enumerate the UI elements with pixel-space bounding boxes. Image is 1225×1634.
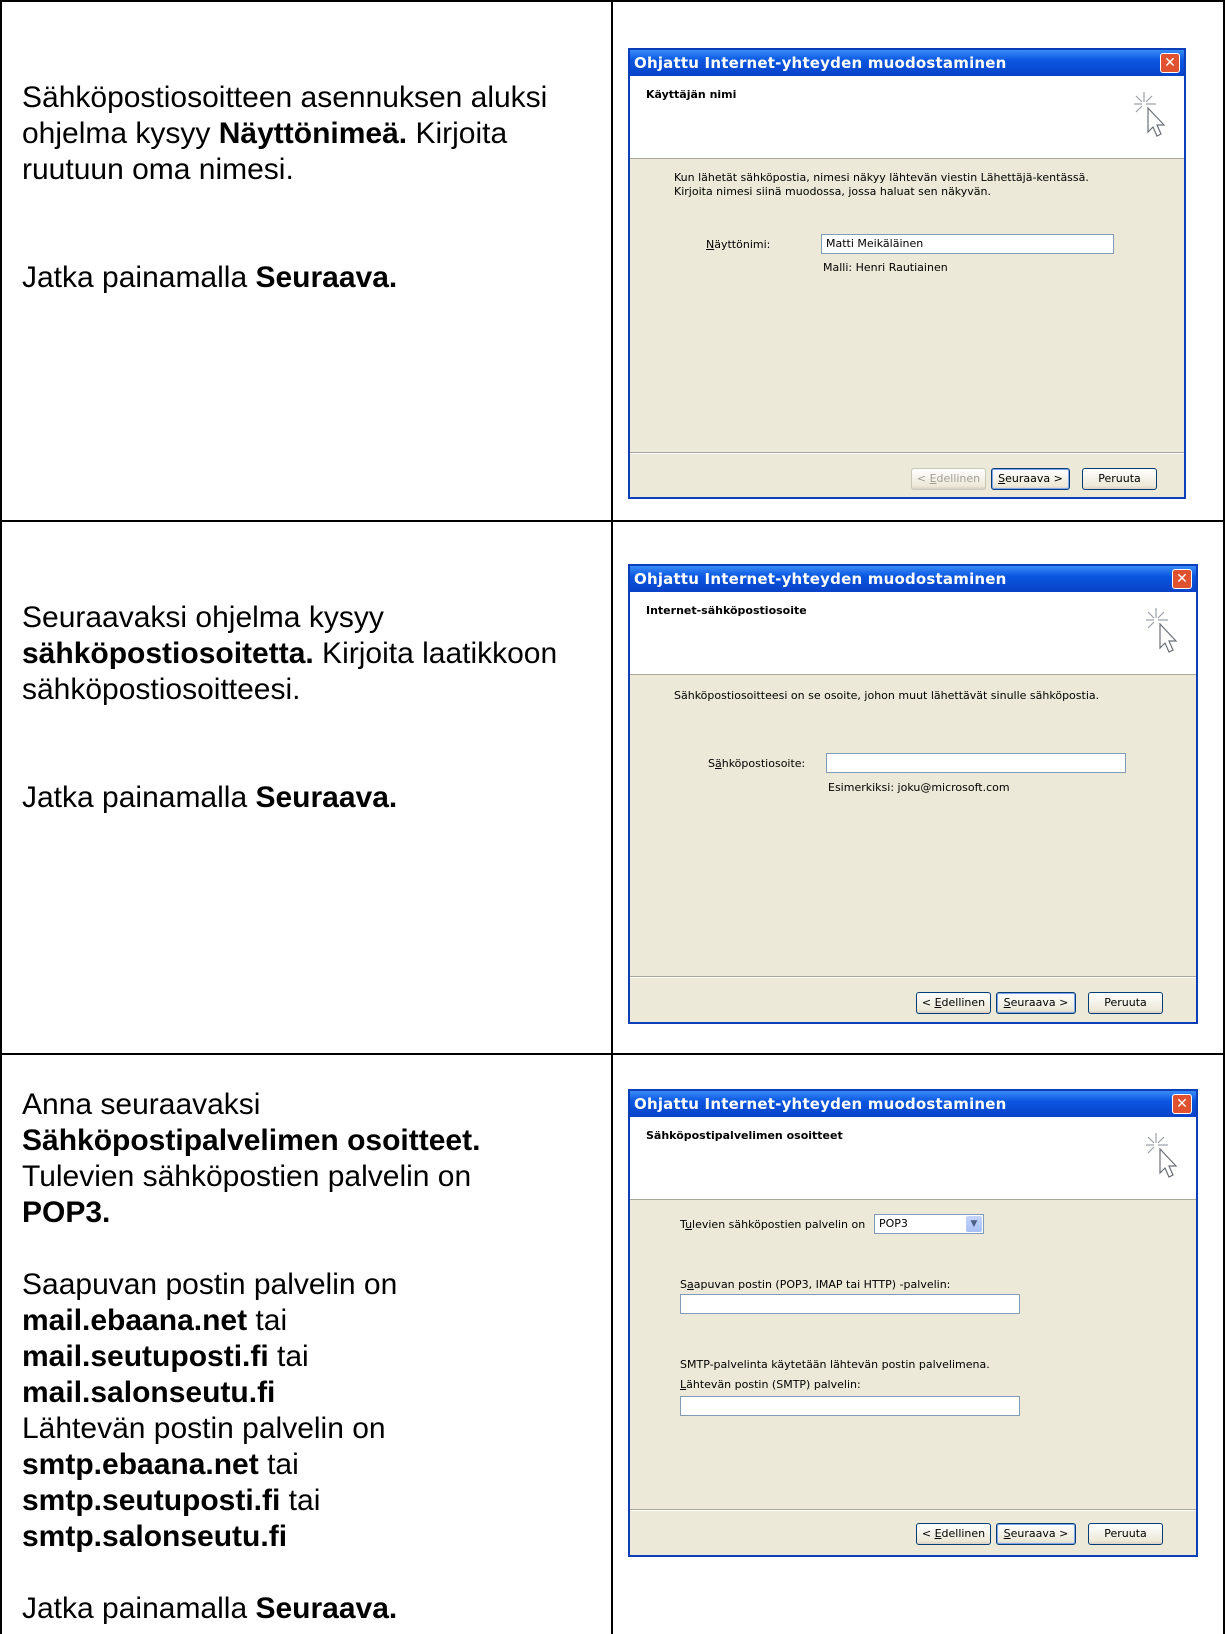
dialog-title-bar[interactable]: Ohjattu Internet-yhteyden muodostaminen — [630, 1091, 1196, 1117]
outgoing-server-label: Lähtevän postin (SMTP) palvelin: — [680, 1378, 861, 1391]
instruction-continue: Jatka painamalla Seuraava. — [22, 781, 398, 814]
instruction-continue: Jatka painamalla Seuraava. — [22, 261, 398, 294]
close-icon: ✕ — [1176, 571, 1188, 587]
dialog-header-title: Internet-sähköpostiosoite — [646, 604, 807, 617]
instruction-text-email: Seuraavaksi ohjelma kysyy sähköpostiosoi… — [22, 600, 612, 816]
cancel-button[interactable]: Peruuta — [1088, 992, 1163, 1014]
close-icon: ✕ — [1164, 55, 1176, 71]
back-button[interactable]: < Edellinen — [916, 992, 991, 1014]
back-button[interactable]: < Edellinen — [911, 468, 986, 490]
instruction-text-servers: Anna seuraavaksi Sähköpostipalvelimen os… — [22, 1088, 481, 1625]
back-button[interactable]: < Edellinen — [916, 1523, 991, 1545]
chevron-down-icon: ▼ — [966, 1216, 982, 1232]
display-name-input[interactable]: Matti Meikäläinen — [821, 234, 1114, 254]
dialog-title-bar[interactable]: Ohjattu Internet-yhteyden muodostaminen — [630, 566, 1196, 592]
cancel-button[interactable]: Peruuta — [1088, 1523, 1163, 1545]
close-icon: ✕ — [1176, 1096, 1188, 1112]
dialog-header: Sähköpostipalvelimen osoitteet — [630, 1117, 1196, 1200]
cancel-button[interactable]: Peruuta — [1082, 468, 1157, 490]
dialog-header-title: Käyttäjän nimi — [646, 88, 737, 101]
incoming-server-type-select[interactable]: POP3 ▼ — [874, 1214, 984, 1234]
instruction-text-name: Sähköpostiosoitteen asennuksen aluksi oh… — [22, 80, 612, 296]
incoming-server-type-label: Tulevien sähköpostien palvelin on — [680, 1218, 866, 1231]
dialog-separator — [630, 452, 1184, 454]
dialog-separator — [630, 1509, 1196, 1511]
dialog-separator — [630, 976, 1196, 978]
smtp-note: SMTP-palvelinta käytetään lähtevän posti… — [680, 1358, 990, 1371]
dialog-description: Sähköpostiosoitteesi on se osoite, johon… — [674, 689, 1100, 702]
email-address-input[interactable] — [826, 753, 1126, 773]
incoming-server-input[interactable] — [680, 1294, 1020, 1314]
wizard-cursor-icon — [1146, 608, 1178, 653]
dialog-title-bar[interactable]: Ohjattu Internet-yhteyden muodostaminen — [630, 50, 1184, 76]
close-button[interactable]: ✕ — [1172, 569, 1192, 589]
instruction-paragraph: Sähköpostiosoitteen asennuksen aluksi oh… — [22, 81, 548, 186]
dialog-description: Kun lähetät sähköpostia, nimesi näkyy lä… — [674, 171, 1089, 198]
wizard-dialog-servers: Ohjattu Internet-yhteyden muodostaminen … — [628, 1089, 1198, 1557]
close-button[interactable]: ✕ — [1172, 1094, 1192, 1114]
wizard-cursor-icon — [1146, 1133, 1178, 1178]
outgoing-server-input[interactable] — [680, 1396, 1020, 1416]
wizard-dialog-email: Ohjattu Internet-yhteyden muodostaminen … — [628, 564, 1198, 1024]
dialog-header: Internet-sähköpostiosoite — [630, 592, 1196, 675]
close-button[interactable]: ✕ — [1160, 53, 1180, 73]
email-address-hint: Esimerkiksi: joku@microsoft.com — [828, 781, 1010, 794]
next-button[interactable]: Seuraava > — [996, 1523, 1076, 1545]
instruction-paragraph: Seuraavaksi ohjelma kysyy sähköpostiosoi… — [22, 601, 558, 706]
next-button[interactable]: Seuraava > — [991, 468, 1070, 490]
next-button[interactable]: Seuraava > — [996, 992, 1076, 1014]
dialog-header: Käyttäjän nimi — [630, 76, 1184, 159]
wizard-dialog-name: Ohjattu Internet-yhteyden muodostaminen … — [628, 48, 1186, 499]
display-name-label: Näyttönimi: — [706, 238, 771, 251]
dialog-header-title: Sähköpostipalvelimen osoitteet — [646, 1129, 843, 1142]
table-border-left — [0, 0, 2, 1634]
wizard-cursor-icon — [1134, 92, 1166, 137]
email-address-label: Sähköpostiosoite: — [708, 757, 806, 770]
incoming-server-label: Saapuvan postin (POP3, IMAP tai HTTP) -p… — [680, 1278, 951, 1291]
display-name-hint: Malli: Henri Rautiainen — [823, 261, 948, 274]
